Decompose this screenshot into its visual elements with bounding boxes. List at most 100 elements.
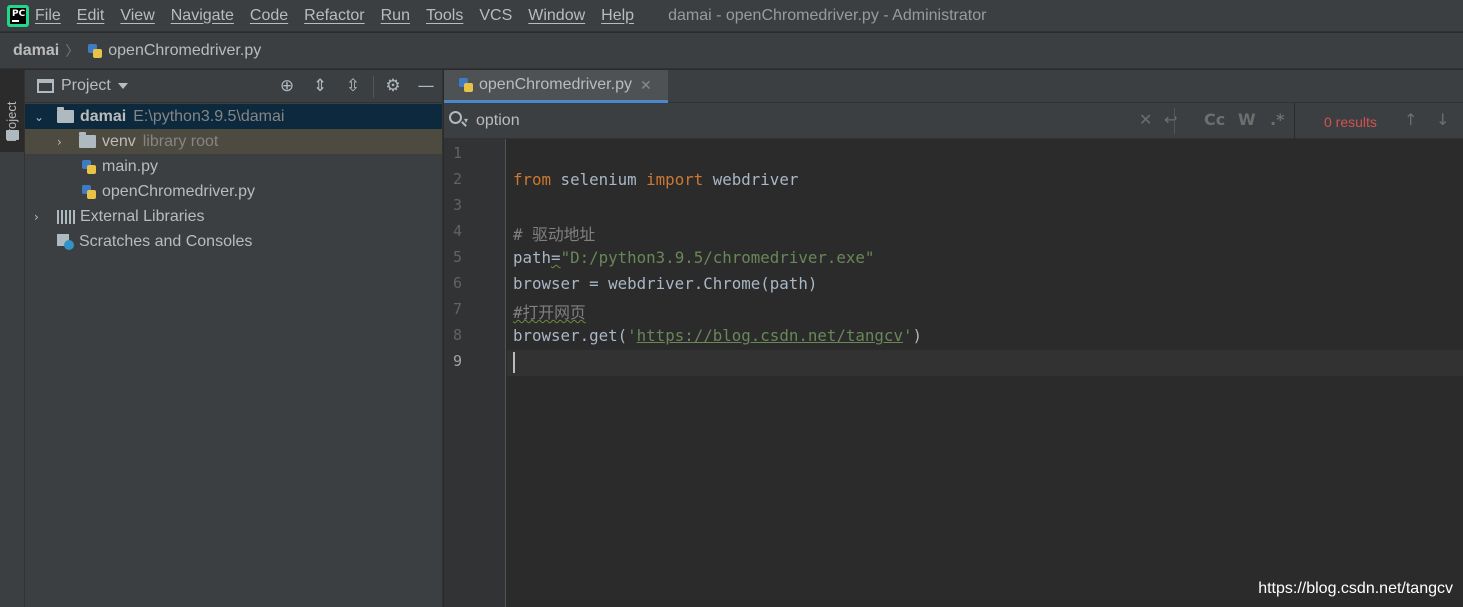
project-view-selector[interactable]: Project (61, 77, 111, 95)
chevron-right-icon[interactable]: › (34, 210, 39, 224)
line-number: 7 (452, 300, 462, 318)
import-name: webdriver (703, 170, 799, 189)
tree-item-scratches[interactable]: Scratches and Consoles (25, 229, 442, 254)
match-case-toggle[interactable]: Cc (1204, 110, 1225, 129)
breadcrumb-file[interactable]: openChromedriver.py (108, 42, 261, 60)
folder-icon (79, 132, 96, 148)
tree-item-external-libraries[interactable]: › External Libraries (25, 204, 442, 229)
project-panel-header: Project ⊕ ⇕ ⇳ ⚙ — (25, 70, 442, 103)
code-editor[interactable]: from selenium import webdriver # 驱动地址 pa… (507, 139, 1463, 607)
expand-all-icon[interactable]: ⇕ (310, 76, 330, 96)
window-title: damai - openChromedriver.py - Administra… (668, 6, 987, 24)
call-suffix: ) (912, 326, 922, 345)
url-link[interactable]: https://blog.csdn.net/tangcv (637, 326, 903, 345)
tab-openchromedriver[interactable]: openChromedriver.py ✕ (444, 70, 668, 103)
menu-window[interactable]: Window (528, 7, 585, 25)
project-window-icon (37, 79, 54, 93)
line-number: 5 (452, 248, 462, 266)
menu-bar: PC File Edit View Navigate Code Refactor… (0, 0, 1463, 32)
gear-icon[interactable]: ⚙ (383, 76, 403, 96)
line-number: 4 (452, 222, 462, 240)
menu-help[interactable]: Help (601, 7, 634, 25)
minimize-icon[interactable]: — (416, 76, 436, 96)
quote: ' (627, 326, 637, 345)
tree-item-venv[interactable]: › venv library root (25, 129, 442, 154)
keyword: from (513, 170, 552, 189)
find-bar-divider (1174, 108, 1175, 134)
clear-search-icon[interactable]: ✕ (1139, 110, 1152, 129)
tree-item-label: Scratches and Consoles (79, 232, 253, 250)
python-file-icon (458, 77, 474, 93)
breadcrumb-root[interactable]: damai (13, 42, 59, 60)
chevron-down-icon[interactable] (117, 83, 128, 89)
line-number: 6 (452, 274, 462, 292)
editor-area: openChromedriver.py ✕ ▾ ✕ ↩ Cc W .* 0 re… (444, 70, 1463, 607)
tree-item-main-py[interactable]: main.py (25, 154, 442, 179)
code-line-8: browser.get('https://blog.csdn.net/tangc… (513, 326, 922, 345)
words-toggle[interactable]: W (1238, 110, 1256, 129)
menu-file[interactable]: File (35, 7, 61, 25)
project-tool-window-button[interactable]: Project (0, 70, 24, 152)
pycharm-logo-icon: PC (7, 4, 29, 27)
line-number: 3 (452, 196, 462, 214)
next-occurrence-icon[interactable]: ↓ (1436, 110, 1449, 129)
tree-item-label: venv (102, 132, 136, 150)
python-file-icon (81, 184, 97, 200)
code-line-2: from selenium import webdriver (513, 170, 798, 189)
tree-item-label: openChromedriver.py (102, 182, 255, 200)
regex-toggle[interactable]: .* (1270, 110, 1284, 129)
chevron-right-icon[interactable]: › (57, 135, 62, 149)
code-line-7: #打开网页 (513, 300, 586, 323)
collapse-all-icon[interactable]: ⇳ (343, 76, 363, 96)
tree-item-label: External Libraries (80, 207, 205, 225)
variable: path (513, 248, 552, 267)
menu-code[interactable]: Code (250, 7, 288, 25)
code-line-6: browser = webdriver.Chrome(path) (513, 274, 818, 293)
breadcrumb: damai 〉 openChromedriver.py (0, 33, 1463, 69)
operator: = (551, 248, 561, 267)
toolbar-divider (373, 76, 374, 98)
line-number: 2 (452, 170, 462, 188)
folder-icon (6, 130, 19, 140)
tree-item-note: library root (142, 132, 219, 150)
close-icon[interactable]: ✕ (640, 77, 652, 94)
menu-navigate[interactable]: Navigate (171, 7, 234, 25)
chevron-down-icon[interactable]: ⌄ (34, 110, 44, 124)
tree-item-label: damai (80, 107, 127, 125)
line-number: 1 (452, 144, 462, 162)
line-number: 8 (452, 326, 462, 344)
folder-icon (57, 107, 74, 123)
scratches-icon (57, 233, 75, 250)
search-history-caret-icon[interactable]: ▾ (464, 116, 468, 125)
search-icon[interactable] (449, 111, 462, 124)
menu-run[interactable]: Run (381, 7, 410, 25)
tree-item-label: main.py (102, 157, 159, 175)
module-name: selenium (551, 170, 647, 189)
find-bar: ▾ ✕ ↩ Cc W .* 0 results ↑ ↓ (444, 103, 1463, 139)
string-literal: "D:/python3.9.5/chromedriver.exe" (560, 248, 875, 267)
call-prefix: browser.get( (513, 326, 628, 345)
tree-item-openchromedriver-py[interactable]: openChromedriver.py (25, 179, 442, 204)
project-panel: Project ⊕ ⇕ ⇳ ⚙ — ⌄ damai E:\python3.9.5… (25, 70, 443, 607)
new-line-icon[interactable]: ↩ (1164, 110, 1177, 129)
menu-tools[interactable]: Tools (426, 7, 463, 25)
text-caret (513, 352, 515, 373)
menu-edit[interactable]: Edit (77, 7, 105, 25)
menu-vcs[interactable]: VCS (479, 7, 512, 25)
line-number: 9 (452, 352, 462, 370)
current-line-highlight (507, 350, 1463, 376)
tree-item-damai[interactable]: ⌄ damai E:\python3.9.5\damai (25, 104, 442, 129)
breadcrumb-separator: 〉 (65, 42, 80, 59)
python-file-icon (87, 43, 103, 59)
code-line-5: path="D:/python3.9.5/chromedriver.exe" (513, 248, 874, 267)
menu-view[interactable]: View (120, 7, 154, 25)
search-input[interactable] (476, 109, 1116, 133)
menu-refactor[interactable]: Refactor (304, 7, 364, 25)
watermark: https://blog.csdn.net/tangcv (1258, 580, 1453, 597)
tree-item-path: E:\python3.9.5\damai (133, 107, 285, 125)
locate-file-icon[interactable]: ⊕ (277, 76, 297, 96)
previous-occurrence-icon[interactable]: ↑ (1404, 110, 1417, 129)
keyword: import (646, 170, 704, 189)
library-icon (57, 209, 75, 224)
python-file-icon (81, 159, 97, 175)
